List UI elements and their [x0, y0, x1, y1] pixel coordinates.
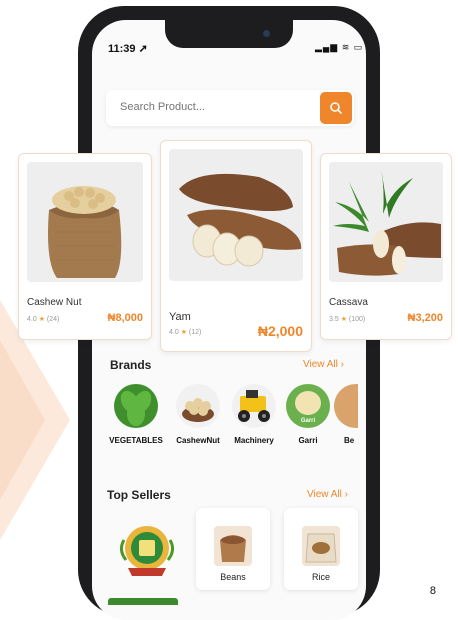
status-time: 11:39 ➚: [108, 43, 148, 55]
next-item-preview: [108, 598, 178, 605]
brand-garri[interactable]: Garri Garri: [280, 384, 336, 445]
product-rating: 4.0 ★ (24): [27, 316, 60, 323]
seller-image-rice: [302, 526, 340, 566]
brand-label: Be: [344, 436, 355, 445]
product-price: ₦2,000: [257, 323, 303, 339]
status-icons: ▂▄▆ ≋ ▭: [315, 42, 364, 52]
page-number: 8: [429, 585, 436, 597]
product-price: ₦8,000: [107, 312, 143, 324]
product-image-cassava: [329, 162, 443, 282]
product-name: Cashew Nut: [27, 297, 82, 308]
seller-label: Beans: [220, 572, 246, 582]
product-rating: 4.0 ★ (12): [169, 329, 202, 336]
search-button[interactable]: [320, 92, 352, 124]
product-price: ₦3,200: [407, 312, 443, 324]
star-icon: ★: [38, 316, 45, 323]
star-icon: ★: [340, 316, 347, 323]
brand-beans[interactable]: Be: [334, 384, 358, 445]
brands-view-all-link[interactable]: View All ›: [303, 359, 344, 370]
seller-card-rice[interactable]: Rice: [284, 508, 358, 590]
top-sellers-title: Top Sellers: [107, 488, 171, 502]
phone-notch: [165, 20, 293, 48]
background-decoration-inner: [0, 340, 45, 500]
product-image-cashew: [27, 162, 143, 282]
product-rating: 3.5 ★ (100): [329, 316, 366, 323]
brands-title: Brands: [110, 358, 152, 372]
seller-card-logo[interactable]: [108, 510, 186, 590]
product-image-yam: [169, 149, 303, 281]
brand-image: [232, 384, 276, 428]
product-name: Cassava: [329, 297, 368, 308]
brand-badge: Garri: [300, 418, 316, 424]
product-card-yam[interactable]: Yam 4.0 ★ (12) ₦2,000: [160, 140, 312, 352]
brand-image: [334, 384, 358, 428]
camera-icon: [263, 30, 270, 37]
brand-image: [114, 384, 158, 428]
product-card-cashew[interactable]: Cashew Nut 4.0 ★ (24) ₦8,000: [18, 153, 152, 340]
seller-label: Rice: [311, 572, 330, 582]
brand-label: VEGETABLES: [109, 436, 163, 445]
top-sellers-view-all-link[interactable]: View All ›: [307, 489, 348, 500]
seller-image-beans: [214, 526, 252, 566]
brand-cashewnut[interactable]: CashewNut: [170, 384, 226, 445]
star-icon: ★: [180, 329, 187, 336]
brand-image: [176, 384, 220, 428]
seller-logo-icon: [119, 526, 175, 576]
search-bar: [106, 90, 354, 126]
search-icon: [330, 102, 342, 114]
brand-label: Garri: [298, 436, 318, 445]
product-card-cassava[interactable]: Cassava 3.5 ★ (100) ₦3,200: [320, 153, 452, 340]
brand-label: Machinery: [234, 436, 274, 445]
product-name: Yam: [169, 311, 191, 323]
brand-label: CashewNut: [176, 436, 220, 445]
location-arrow-icon: ➚: [138, 43, 148, 55]
search-input[interactable]: [118, 100, 312, 114]
brand-machinery[interactable]: Machinery: [226, 384, 282, 445]
seller-card-beans[interactable]: Beans: [196, 508, 270, 590]
brand-vegetables[interactable]: VEGETABLES: [108, 384, 164, 445]
brand-image: Garri: [286, 384, 330, 428]
